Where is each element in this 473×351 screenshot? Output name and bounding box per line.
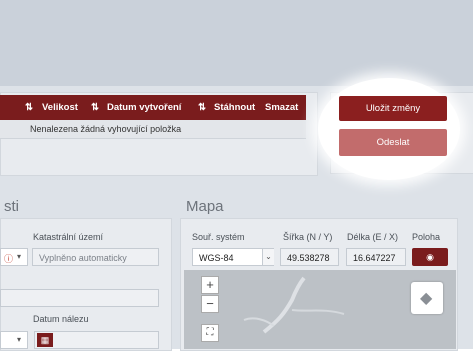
latitude-field[interactable]: 49.538278 xyxy=(280,248,339,266)
map-pin-icon: ◉ xyxy=(426,252,434,262)
latitude-label: Šířka (N / Y) xyxy=(283,232,333,242)
chevron-down-icon[interactable]: ⌄ xyxy=(262,249,274,265)
column-created-date[interactable]: Datum vytvoření xyxy=(107,102,181,113)
zoom-out-button[interactable]: − xyxy=(201,295,219,313)
calendar-icon[interactable]: ▦ xyxy=(37,333,53,347)
caret-down-icon: ▾ xyxy=(17,335,22,344)
table-row: Nenalezena žádná vyhovující položka xyxy=(0,120,306,139)
column-delete[interactable]: Smazat xyxy=(265,102,298,113)
fullscreen-icon[interactable]: ⛶ xyxy=(201,324,219,342)
empty-message: Nenalezena žádná vyhovující položka xyxy=(30,124,182,134)
location-pin-button[interactable]: ◉ xyxy=(412,248,448,266)
column-size[interactable]: Velikost xyxy=(42,102,78,113)
coord-system-label: Souř. systém xyxy=(192,232,245,242)
info-icon: ⓘ xyxy=(4,254,14,264)
find-date-label: Datum nálezu xyxy=(33,314,89,324)
zoom-in-button[interactable]: + xyxy=(201,276,219,294)
sort-icon[interactable]: ⇅ xyxy=(25,102,33,113)
send-button[interactable]: Odeslat xyxy=(339,129,447,156)
section-title-left: sti xyxy=(4,198,19,215)
date-input[interactable]: ▦ xyxy=(34,331,159,349)
column-download[interactable]: Stáhnout xyxy=(214,102,255,113)
top-banner xyxy=(0,0,473,86)
caret-down-icon: ▾ xyxy=(17,252,22,261)
cadastre-label: Katastrální území xyxy=(33,232,104,242)
longitude-label: Délka (E / X) xyxy=(347,232,399,242)
map-section-title: Mapa xyxy=(186,198,224,215)
save-changes-button[interactable]: Uložit změny xyxy=(339,96,447,121)
sort-icon[interactable]: ⇅ xyxy=(198,102,206,113)
text-field[interactable] xyxy=(0,289,159,307)
layers-button[interactable]: ◆ xyxy=(411,282,443,314)
files-table-header: ⇅ Velikost ⇅ Datum vytvoření ⇅ Stáhnout … xyxy=(0,95,306,120)
cadastre-field[interactable]: Vyplněno automaticky xyxy=(32,248,159,266)
sort-icon[interactable]: ⇅ xyxy=(91,102,99,113)
coord-system-value: WGS-84 xyxy=(199,253,234,263)
longitude-field[interactable]: 16.647227 xyxy=(346,248,406,266)
layers-icon: ◆ xyxy=(420,290,433,307)
info-dropdown[interactable]: ⓘ ▾ xyxy=(0,248,28,266)
dropdown[interactable]: ▾ xyxy=(0,331,28,349)
position-label: Poloha xyxy=(412,232,441,242)
